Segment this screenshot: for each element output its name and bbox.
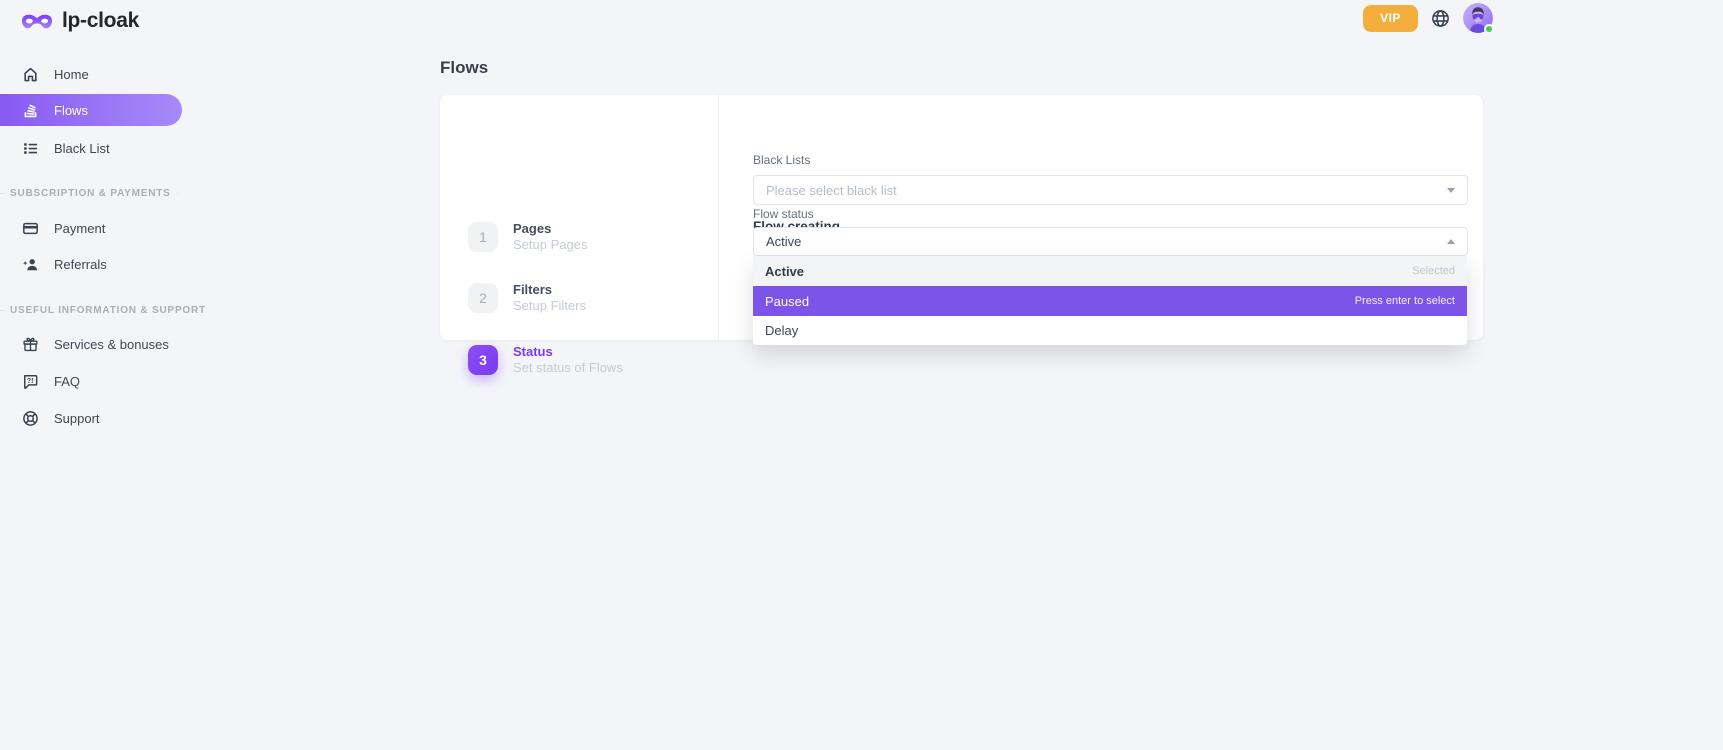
- sidebar-item-black-list[interactable]: Black List: [0, 135, 256, 161]
- vip-button[interactable]: VIP: [1363, 5, 1418, 32]
- sidebar-item-label: Black List: [54, 141, 110, 156]
- gift-icon: [22, 336, 39, 353]
- press-enter-hint: Press enter to select: [1355, 295, 1455, 307]
- black-lists-label: Black Lists: [753, 153, 810, 167]
- sidebar-item-label: Flows: [54, 103, 88, 118]
- selected-hint: Selected: [1412, 265, 1455, 277]
- flow-status-dropdown: Active Selected Paused Press enter to se…: [753, 256, 1467, 345]
- credit-card-icon: [22, 220, 39, 237]
- card-divider: [718, 95, 719, 340]
- brand-name: lp-cloak: [62, 9, 139, 33]
- step-title: Pages: [513, 221, 587, 237]
- flow-card: 1 Pages Setup Pages 2 Filters Setup Filt…: [440, 95, 1483, 340]
- sidebar-item-label: Home: [54, 67, 89, 82]
- sidebar-section-subscription: SUBSCRIPTION & PAYMENTS: [0, 186, 182, 200]
- wizard-step-filters[interactable]: 2 Filters Setup Filters: [468, 282, 586, 314]
- sidebar-item-referrals[interactable]: Referrals: [0, 251, 256, 277]
- sidebar: lp-cloak Home Flows Black List SUBSCRIPT…: [0, 0, 256, 750]
- faq-icon: ?!: [22, 373, 39, 390]
- sidebar-item-label: FAQ: [54, 374, 80, 389]
- step-number-badge: 1: [468, 222, 498, 252]
- black-lists-select[interactable]: Please select black list: [753, 175, 1468, 205]
- svg-text:?!: ?!: [27, 377, 34, 384]
- sidebar-item-home[interactable]: Home: [0, 61, 256, 87]
- support-icon: [22, 410, 39, 427]
- step-subtitle: Setup Filters: [513, 298, 586, 314]
- step-number-badge: 3: [468, 345, 498, 375]
- page-title: Flows: [440, 58, 488, 78]
- online-status-dot: [1484, 24, 1494, 34]
- sidebar-item-label: Support: [54, 411, 100, 426]
- wizard-step-pages[interactable]: 1 Pages Setup Pages: [468, 221, 587, 253]
- sidebar-item-payment[interactable]: Payment: [0, 215, 256, 241]
- sidebar-item-faq[interactable]: ?! FAQ: [0, 368, 256, 394]
- sidebar-section-support: USEFUL INFORMATION & SUPPORT: [0, 303, 182, 317]
- black-lists-placeholder: Please select black list: [766, 183, 897, 198]
- sidebar-item-services[interactable]: Services & bonuses: [0, 331, 256, 357]
- chevron-up-icon: [1447, 239, 1455, 244]
- step-subtitle: Set status of Flows: [513, 360, 623, 376]
- avatar[interactable]: [1463, 3, 1493, 33]
- flow-status-value: Active: [766, 234, 801, 249]
- mask-logo-icon: [20, 11, 54, 32]
- dropdown-option-delay[interactable]: Delay: [753, 316, 1467, 345]
- step-subtitle: Setup Pages: [513, 237, 587, 253]
- app-root: lp-cloak Home Flows Black List SUBSCRIPT…: [0, 0, 1723, 750]
- referrals-icon: [22, 256, 39, 273]
- sidebar-item-label: Payment: [54, 221, 105, 236]
- sidebar-item-support[interactable]: Support: [0, 405, 256, 431]
- brand-logo[interactable]: lp-cloak: [20, 9, 139, 33]
- sidebar-item-flows[interactable]: Flows: [0, 94, 182, 126]
- topbar-actions: VIP: [1363, 3, 1493, 33]
- sidebar-item-label: Services & bonuses: [54, 337, 169, 352]
- dropdown-option-active[interactable]: Active Selected: [753, 256, 1467, 286]
- flows-icon: [22, 102, 39, 119]
- flow-status-select[interactable]: Active: [753, 227, 1468, 256]
- chevron-down-icon: [1447, 188, 1455, 193]
- sidebar-item-label: Referrals: [54, 257, 107, 272]
- black-list-icon: [22, 140, 39, 157]
- step-title: Filters: [513, 282, 586, 298]
- flow-status-label: Flow status: [753, 207, 814, 221]
- globe-icon[interactable]: [1431, 9, 1450, 28]
- step-number-badge: 2: [468, 283, 498, 313]
- wizard-step-status[interactable]: 3 Status Set status of Flows: [468, 344, 623, 376]
- dropdown-option-paused[interactable]: Paused Press enter to select: [753, 286, 1467, 316]
- step-title: Status: [513, 344, 623, 360]
- home-icon: [22, 66, 39, 83]
